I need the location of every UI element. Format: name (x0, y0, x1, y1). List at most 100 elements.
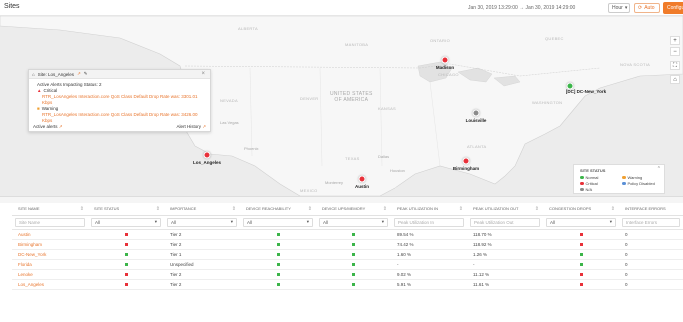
sort-icon[interactable]: ⇕ (156, 206, 160, 212)
filter-cell: Peak Utilization In (391, 215, 467, 230)
site-marker-birmingham[interactable] (462, 157, 470, 165)
period-select[interactable]: Hour ▾ (608, 3, 630, 13)
column-header-device-reachability[interactable]: DEVICE REACHABILITY ⇕ (240, 203, 316, 216)
interface-errors-filter[interactable]: Interface Errors (622, 217, 680, 227)
table-row[interactable]: DC-New_York Tier 1 1.60 % 1.26 % 0 (12, 249, 683, 260)
legend-item-policy-disabled: Policy Disabled (622, 181, 655, 186)
column-label: DEVICE UPS/MEMORY (322, 206, 366, 212)
status-square (579, 262, 583, 266)
column-header-peak-out[interactable]: PEAK UTILIZATION OUT ⇕ (467, 203, 543, 216)
peak-in-filter[interactable]: Peak Utilization In (394, 217, 464, 227)
table-row[interactable]: Austin Tier 2 89.54 % 118.70 % 0 (12, 229, 683, 240)
configure-sites-button[interactable]: Configure Sit (663, 2, 683, 14)
critical-alert-link[interactable]: RTR_LosAngeles Interaction.core QoS Clas… (37, 94, 202, 106)
column-header-interface-errors[interactable]: INTERFACE ERRORS (619, 203, 683, 216)
site-marker-austin[interactable] (358, 175, 366, 183)
ups-filter[interactable]: All ▾ (319, 217, 388, 227)
column-header-site-name[interactable]: SITE NAME ⇕ (12, 203, 88, 216)
page-title: Sites (4, 3, 20, 10)
peak-in-cell: - (391, 259, 467, 270)
country-label: UNITED STATES OF AMERICA (330, 91, 373, 103)
site-marker-los-angeles[interactable] (203, 151, 211, 159)
sites-table-panel: SITE NAME ⇕ SITE STATUS ⇕ IMPORTANCE ⇕ DEVI… (0, 196, 683, 322)
importance-filter[interactable]: All ▾ (167, 217, 237, 227)
reachability-cell (240, 279, 316, 290)
peak-out-filter[interactable]: Peak Utilization Out (470, 217, 540, 227)
sort-icon[interactable]: ⇕ (459, 206, 463, 212)
date-range[interactable]: Jan 30, 2019 13:29:00 → Jan 30, 2019 14:… (468, 5, 575, 11)
legend-label: Normal (585, 175, 599, 180)
legend-title: SITE STATUS (580, 168, 606, 173)
site-name-link[interactable]: Florida (12, 259, 88, 270)
site-name-filter[interactable]: Site Name (15, 217, 85, 227)
site-name-link[interactable]: Los_Angeles (12, 279, 88, 290)
pin-icon[interactable]: ✎ (84, 71, 88, 77)
chevron-down-icon: ▾ (381, 219, 384, 224)
status-square (124, 232, 128, 236)
site-status-cell (88, 259, 164, 270)
column-header-peak-in[interactable]: PEAK UTILIZATION IN ⇕ (391, 203, 467, 216)
sort-icon[interactable]: ⇕ (80, 206, 84, 212)
chevron-up-icon[interactable]: ⌃ (657, 166, 661, 172)
status-square (276, 282, 280, 286)
status-square (352, 232, 355, 236)
peak-out-cell: 118.92 % (467, 239, 543, 250)
site-popup: ⌂ Site: Los_Angeles ↗ ✎ × Active Alerts … (28, 69, 211, 132)
home-icon[interactable]: ⌂ (670, 75, 680, 84)
region-label: ATLANTA (467, 144, 487, 149)
fullscreen-icon[interactable]: ⛶ (670, 61, 680, 70)
table-row[interactable]: Los_Angeles Tier 2 5.91 % 11.61 % 0 (12, 279, 683, 290)
column-header-congestion[interactable]: CONGESTION DROPS ⇕ (543, 203, 619, 216)
alert-history-link[interactable]: Alert History ↗ (176, 124, 206, 130)
reachability-filter[interactable]: All ▾ (243, 217, 313, 227)
importance-cell: Tier 2 (164, 279, 240, 290)
site-marker-louisville[interactable] (472, 109, 480, 117)
column-header-site-status[interactable]: SITE STATUS ⇕ (88, 203, 164, 216)
zoom-out-button[interactable]: − (670, 47, 680, 56)
site-name-link[interactable]: Birmingham (12, 239, 88, 250)
importance-cell: Tier 2 (164, 239, 240, 250)
table-row[interactable]: Lenoke Tier 2 9.02 % 11.12 % 0 (12, 269, 683, 280)
sort-icon[interactable]: ⇕ (611, 206, 615, 212)
filter-cell: All ▾ (316, 215, 391, 230)
table-row[interactable]: Florida Unspecified - - 0 (12, 259, 683, 270)
warning-label: Warning (41, 106, 59, 111)
legend-label: N/A (585, 187, 593, 192)
refresh-select[interactable]: ⟳ Auto (634, 3, 660, 13)
region-label: DENVER (300, 96, 319, 101)
legend-item-na: N/A (580, 187, 592, 192)
site-name-link[interactable]: Austin (12, 229, 88, 240)
external-link-icon[interactable]: ↗ (77, 71, 81, 77)
table-row[interactable]: Birmingham Tier 2 74.42 % 118.92 % 0 (12, 239, 683, 250)
site-label-new-york: [DC] DC-New_York (565, 89, 607, 94)
sites-dashboard: Sites Jan 30, 2019 13:29:00 → Jan 30, 20… (0, 0, 683, 322)
column-header-device-ups[interactable]: DEVICE UPS/MEMORY ⇕ (316, 203, 391, 216)
status-square (276, 252, 280, 256)
active-alerts-label: Active alerts (33, 124, 58, 129)
site-name-link[interactable]: Lenoke (12, 269, 88, 280)
filter-value: All (323, 219, 329, 225)
status-dot (580, 181, 584, 186)
status-square (579, 232, 583, 236)
site-status-filter[interactable]: All ▾ (91, 217, 161, 227)
column-label: CONGESTION DROPS (549, 206, 592, 212)
status-square (579, 282, 583, 286)
column-header-importance[interactable]: IMPORTANCE ⇕ (164, 203, 240, 216)
sort-icon[interactable]: ⇕ (232, 206, 236, 212)
active-alerts-link[interactable]: Active alerts ↗ (33, 124, 63, 130)
zoom-in-button[interactable]: + (670, 36, 680, 45)
warning-alert-link[interactable]: RTR_LosAngeles Interaction.core QoS Clas… (37, 112, 202, 124)
external-link-icon: ↗ (202, 124, 206, 129)
close-icon[interactable]: × (201, 71, 205, 77)
congestion-filter[interactable]: All ▾ (546, 217, 616, 227)
sort-icon[interactable]: ⇕ (383, 206, 387, 212)
reachability-cell (240, 229, 316, 240)
sort-icon[interactable]: ⇕ (308, 206, 312, 212)
site-marker-madison[interactable] (441, 56, 449, 64)
warning-icon: ■ (37, 106, 40, 111)
site-map[interactable]: ALBERTA MANITOBA ONTARIO QUEBEC NOVA SCO… (0, 16, 683, 196)
ups-cell (316, 269, 391, 280)
alert-history-label: Alert History (176, 124, 201, 129)
site-name-link[interactable]: DC-New_York (12, 249, 88, 260)
sort-icon[interactable]: ⇕ (535, 206, 539, 212)
